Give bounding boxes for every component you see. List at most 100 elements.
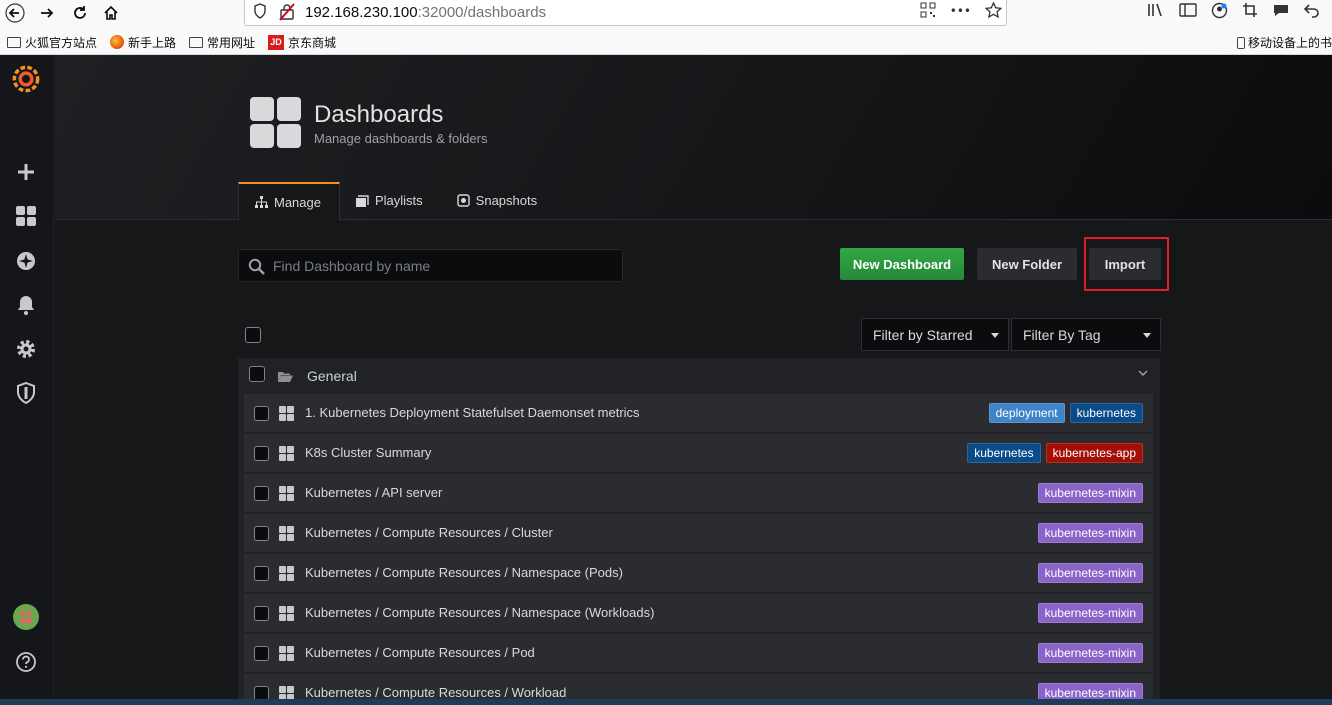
dashboards-icon[interactable]: [12, 202, 40, 230]
bookmark-item[interactable]: JD 京东商城: [268, 34, 336, 51]
row-checkbox[interactable]: [254, 566, 269, 581]
alerting-bell-icon[interactable]: [12, 291, 40, 319]
folder-header-general[interactable]: General: [238, 358, 1160, 393]
chat-icon[interactable]: [1272, 2, 1290, 23]
reload-button[interactable]: [68, 2, 92, 24]
tab-snapshots[interactable]: Snapshots: [441, 181, 555, 220]
tag-badge[interactable]: kubernetes-mixin: [1037, 603, 1143, 623]
row-checkbox[interactable]: [254, 526, 269, 541]
mobile-bookmarks-label: 移动设备上的书: [1247, 36, 1332, 50]
url-text[interactable]: 192.168.230.100:32000/dashboards: [305, 4, 546, 21]
dashboard-search: [238, 249, 623, 282]
address-bar[interactable]: 192.168.230.100:32000/dashboards •••: [244, 0, 1007, 26]
row-checkbox[interactable]: [254, 406, 269, 421]
mobile-bookmarks[interactable]: 移动设备上的书: [1236, 34, 1332, 51]
back-arrow-icon: [5, 3, 25, 23]
sidebar-toggle-icon[interactable]: [1179, 2, 1197, 23]
configuration-gear-icon[interactable]: [12, 335, 40, 363]
dashboard-tags: kubernetes kubernetes-app: [967, 443, 1143, 463]
tag-badge[interactable]: kubernetes: [967, 443, 1041, 463]
row-checkbox[interactable]: [254, 486, 269, 501]
dashboard-grid-icon: [279, 446, 294, 461]
dashboard-title[interactable]: 1. Kubernetes Deployment Statefulset Dae…: [305, 405, 640, 420]
dashboard-title[interactable]: Kubernetes / Compute Resources / Namespa…: [305, 565, 623, 580]
reload-icon: [74, 6, 86, 19]
dashboard-title[interactable]: Kubernetes / Compute Resources / Workloa…: [305, 685, 566, 700]
user-avatar-icon[interactable]: [12, 603, 40, 631]
dashboard-row[interactable]: Kubernetes / Compute Resources / Pod kube…: [244, 634, 1153, 672]
search-input[interactable]: [273, 250, 613, 281]
filter-starred-label: Filter by Starred: [873, 326, 973, 343]
dashboard-row[interactable]: Kubernetes / Compute Resources / Workloa…: [244, 674, 1153, 700]
server-admin-shield-icon[interactable]: [12, 379, 40, 407]
dashboard-tags: kubernetes-mixin: [1037, 483, 1143, 503]
tab-playlists[interactable]: Playlists: [340, 181, 441, 220]
sitemap-icon: [255, 196, 268, 208]
bookmark-item[interactable]: 新手上路: [110, 34, 176, 51]
tag-badge[interactable]: kubernetes-mixin: [1037, 683, 1143, 700]
select-all-checkbox[interactable]: [245, 327, 261, 343]
home-button[interactable]: [99, 2, 123, 24]
dashboard-title[interactable]: K8s Cluster Summary: [305, 445, 431, 460]
row-checkbox[interactable]: [254, 646, 269, 661]
tag-badge[interactable]: kubernetes-mixin: [1037, 643, 1143, 663]
bookmarks-bar: 火狐官方站点 新手上路 常用网址 JD 京东商城 移动设备上的书: [0, 31, 1332, 53]
bookmark-item[interactable]: 火狐官方站点: [7, 34, 97, 51]
folder-checkbox[interactable]: [249, 366, 265, 382]
dashboard-tags: kubernetes-mixin: [1037, 563, 1143, 583]
os-taskbar: [0, 699, 1332, 705]
caret-down-icon: [991, 333, 999, 338]
dashboard-row[interactable]: Kubernetes / Compute Resources / Namespa…: [244, 594, 1153, 632]
qr-code-icon[interactable]: [920, 2, 936, 23]
dashboard-title[interactable]: Kubernetes / Compute Resources / Cluster: [305, 525, 553, 540]
dashboard-row[interactable]: 1. Kubernetes Deployment Statefulset Dae…: [244, 394, 1153, 432]
forward-button[interactable]: [35, 2, 59, 24]
filter-starred-select[interactable]: Filter by Starred: [861, 318, 1009, 351]
bookmark-label: 常用网址: [207, 35, 256, 50]
screenshot-crop-icon[interactable]: [1242, 2, 1258, 23]
row-checkbox[interactable]: [254, 686, 269, 700]
dashboard-row[interactable]: Kubernetes / API server kubernetes-mixin: [244, 474, 1153, 512]
dashboard-row[interactable]: Kubernetes / Compute Resources / Cluster…: [244, 514, 1153, 552]
chevron-down-icon[interactable]: [1138, 368, 1148, 378]
new-folder-button[interactable]: New Folder: [977, 248, 1077, 280]
dashboard-row[interactable]: Kubernetes / Compute Resources / Namespa…: [244, 554, 1153, 592]
dashboard-title[interactable]: Kubernetes / Compute Resources / Namespa…: [305, 605, 654, 620]
row-checkbox[interactable]: [254, 606, 269, 621]
dashboard-grid-icon: [279, 686, 294, 700]
tag-badge[interactable]: deployment: [988, 403, 1065, 423]
url-actions: •••: [920, 1, 1003, 23]
back-button[interactable]: [3, 2, 27, 24]
firefox-icon: [110, 35, 125, 49]
forward-arrow-icon: [41, 8, 54, 18]
dashboard-row[interactable]: K8s Cluster Summary kubernetes kubernetes-…: [244, 434, 1153, 472]
explore-compass-icon[interactable]: [12, 247, 40, 275]
library-icon[interactable]: [1147, 2, 1165, 23]
dashboard-title[interactable]: Kubernetes / API server: [305, 485, 442, 500]
tag-badge[interactable]: kubernetes: [1069, 403, 1143, 423]
tag-badge[interactable]: kubernetes-app: [1045, 443, 1143, 463]
tab-manage[interactable]: Manage: [238, 182, 340, 221]
new-dashboard-button[interactable]: New Dashboard: [840, 248, 964, 280]
grafana-logo-icon[interactable]: [12, 65, 40, 93]
help-icon[interactable]: [12, 648, 40, 676]
bookmark-item[interactable]: 常用网址: [189, 34, 255, 51]
create-plus-icon[interactable]: [12, 158, 40, 186]
tag-badge[interactable]: kubernetes-mixin: [1037, 483, 1143, 503]
insecure-lock-icon[interactable]: [279, 3, 295, 21]
shield-icon[interactable]: [253, 3, 267, 23]
filter-tag-select[interactable]: Filter By Tag: [1011, 318, 1161, 351]
undo-icon[interactable]: [1303, 2, 1320, 23]
account-icon[interactable]: [1211, 2, 1228, 23]
snapshot-icon: [456, 194, 470, 207]
dashboard-grid-icon: [279, 526, 294, 541]
tag-badge[interactable]: kubernetes-mixin: [1037, 563, 1143, 583]
dashboard-tags: kubernetes-mixin: [1037, 683, 1143, 700]
bookmark-label: 新手上路: [128, 35, 177, 50]
row-checkbox[interactable]: [254, 446, 269, 461]
bookmark-star-icon[interactable]: [984, 1, 1003, 23]
dashboard-title[interactable]: Kubernetes / Compute Resources / Pod: [305, 645, 535, 660]
tag-badge[interactable]: kubernetes-mixin: [1037, 523, 1143, 543]
bookmark-label: 京东商城: [288, 35, 337, 50]
more-actions-icon[interactable]: •••: [950, 2, 971, 23]
